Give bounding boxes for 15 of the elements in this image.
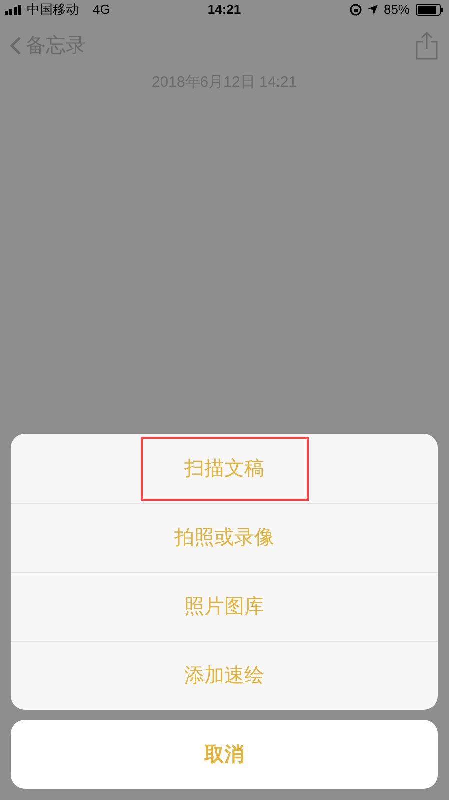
rotation-lock-icon [350,4,362,16]
sheet-option[interactable]: 扫描文稿 [140,436,308,500]
location-arrow-icon [368,5,378,15]
sheet-option[interactable]: 拍照或录像 [164,506,284,570]
network-type: 4G [93,1,110,20]
cancel-button[interactable]: 取消 [11,720,438,789]
battery-percent: 85% [384,1,410,20]
sheet-option[interactable]: 添加速绘 [174,644,274,708]
carrier-name: 中国移动 [27,1,79,20]
signal-icon [5,5,23,15]
share-icon[interactable] [415,31,439,61]
chevron-left-icon [10,36,22,56]
clock-time: 14:21 [208,1,242,20]
sheet-option[interactable]: 照片图库 [174,575,274,639]
battery-icon [416,4,444,16]
